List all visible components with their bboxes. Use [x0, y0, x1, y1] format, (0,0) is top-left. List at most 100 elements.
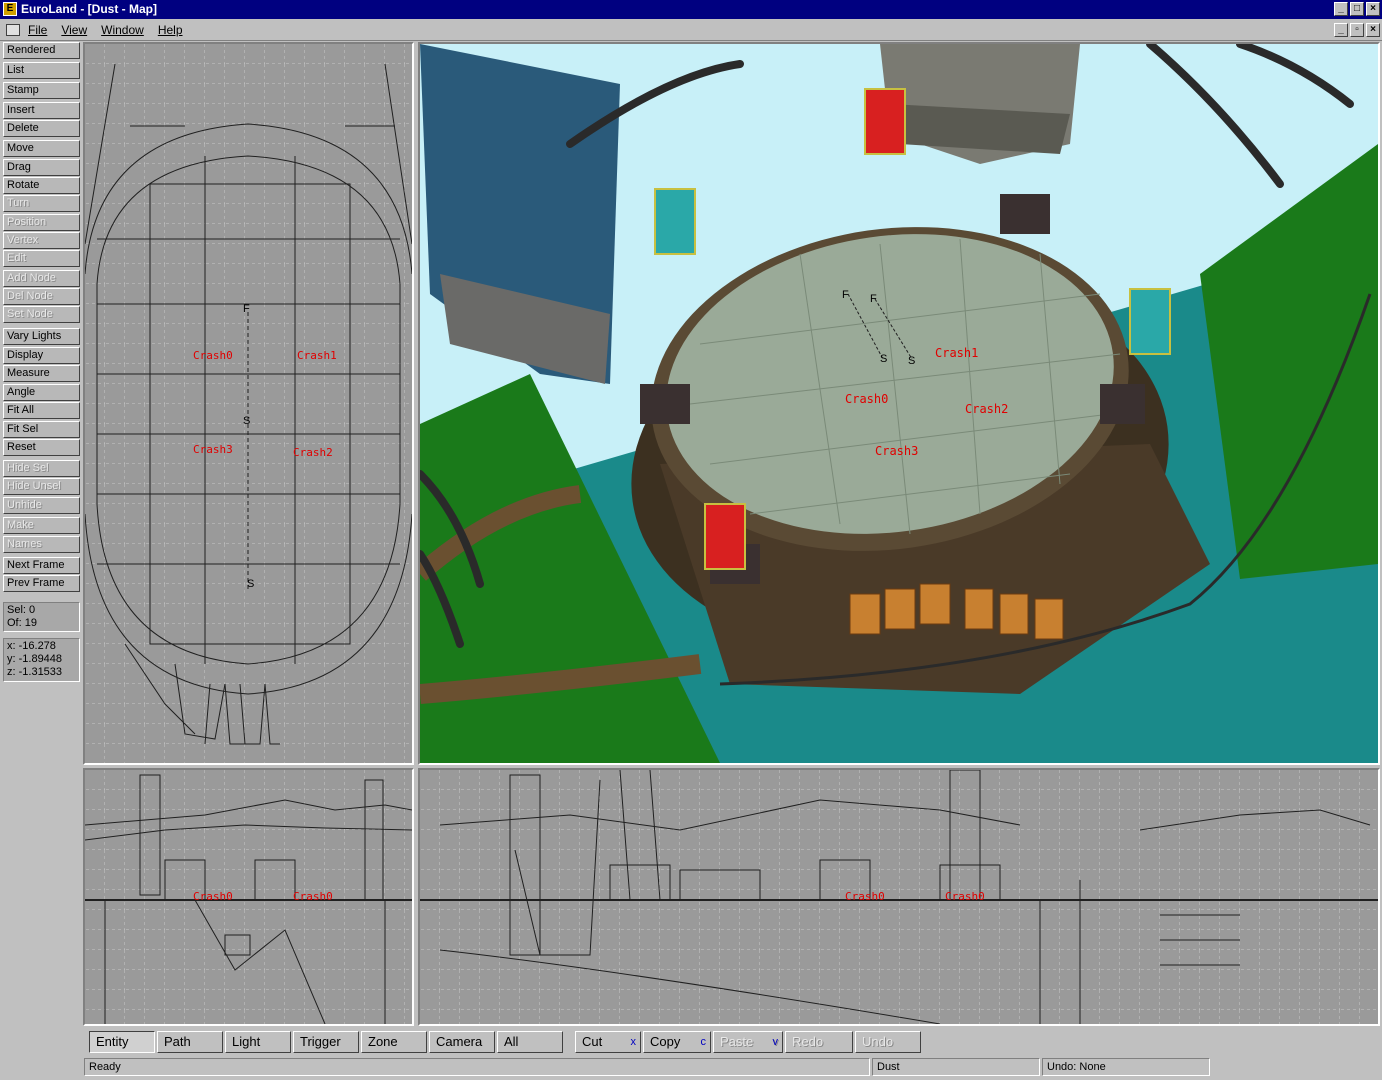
tool-button-rendered[interactable]: Rendered	[3, 42, 80, 59]
tool-button-prev-frame[interactable]: Prev Frame	[3, 575, 80, 592]
tool-button-angle[interactable]: Angle	[3, 384, 80, 401]
total-count: Of: 19	[7, 617, 37, 629]
tab-label: Path	[164, 1034, 191, 1049]
tab-entity[interactable]: Entity	[89, 1031, 155, 1053]
coord-y: y: -1.89448	[7, 653, 63, 665]
tab-trigger[interactable]: Trigger	[293, 1031, 359, 1053]
tab-path[interactable]: Path	[157, 1031, 223, 1053]
shortcut-key: v	[772, 1036, 779, 1048]
menu-window[interactable]: Window	[101, 22, 144, 38]
tool-button-edit[interactable]: Edit	[3, 250, 80, 267]
tab-paste[interactable]: Paste v	[713, 1031, 783, 1053]
tool-button-measure[interactable]: Measure	[3, 365, 80, 382]
tool-button-drag[interactable]: Drag	[3, 159, 80, 176]
minimize-icon[interactable]: _	[1334, 2, 1348, 16]
tab-label: Light	[232, 1034, 261, 1049]
tab-cut[interactable]: Cut x	[575, 1031, 641, 1053]
coord-z: z: -1.31533	[7, 666, 63, 678]
tool-button-hide-sel[interactable]: Hide Sel	[3, 460, 80, 477]
shortcut-key: x	[630, 1036, 637, 1048]
tab-label: All	[504, 1034, 519, 1049]
tab-label: Paste	[720, 1034, 754, 1049]
child-restore-icon[interactable]: ▫	[1350, 23, 1364, 37]
entity-label[interactable]: Crash3	[193, 443, 233, 456]
tool-button-position[interactable]: Position	[3, 214, 80, 231]
top-view-canvas[interactable]: F S S Crash0 Crash1 Crash3 Crash2	[85, 44, 412, 763]
tab-label: Zone	[368, 1034, 398, 1049]
status-bar: Ready Dust Undo: None	[0, 1057, 1382, 1077]
maximize-icon[interactable]: □	[1350, 2, 1364, 16]
tab-all[interactable]: All	[497, 1031, 563, 1053]
entity-label[interactable]: Crash2	[293, 446, 333, 459]
tab-light[interactable]: Light	[225, 1031, 291, 1053]
tool-button-vertex[interactable]: Vertex	[3, 232, 80, 249]
entity-label[interactable]: Crash0	[845, 392, 888, 406]
viewport-perspective[interactable]: F F S S Crash1 Crash0 Crash2 Crash3	[418, 42, 1380, 765]
entity-label[interactable]: Crash0	[293, 890, 333, 903]
menu-file[interactable]: File	[28, 22, 47, 38]
tool-button-display[interactable]: Display	[3, 347, 80, 364]
tool-button-names[interactable]: Names	[3, 536, 80, 553]
window-title: EuroLand - [Dust - Map]	[21, 2, 157, 16]
tool-panel: Sel: 0 Of: 19 x: -16.278 y: -1.89448 z: …	[0, 42, 82, 1052]
tab-copy[interactable]: Copy c	[643, 1031, 711, 1053]
entity-label[interactable]: Crash1	[935, 346, 978, 360]
path-marker-f: F	[243, 303, 250, 315]
perspective-canvas[interactable]: F F S S Crash1 Crash0 Crash2 Crash3	[420, 44, 1378, 763]
selection-count: Sel: 0 Of: 19	[3, 602, 80, 632]
entity-label[interactable]: Crash0	[193, 890, 233, 903]
tab-zone[interactable]: Zone	[361, 1031, 427, 1053]
menu-view[interactable]: View	[61, 22, 87, 38]
entity-label[interactable]: Crash0	[945, 890, 985, 903]
document-icon[interactable]	[6, 24, 20, 36]
tool-button-make[interactable]: Make	[3, 517, 80, 534]
tab-camera[interactable]: Camera	[429, 1031, 495, 1053]
path-marker-f: F	[870, 293, 877, 305]
path-marker-f: F	[842, 289, 849, 301]
tool-button-turn[interactable]: Turn	[3, 195, 80, 212]
viewport-top[interactable]: F S S Crash0 Crash1 Crash3 Crash2	[83, 42, 414, 765]
entity-label[interactable]: Crash0	[845, 890, 885, 903]
tool-button-unhide[interactable]: Unhide	[3, 497, 80, 514]
entity-label[interactable]: Crash3	[875, 444, 918, 458]
tab-label: Copy	[650, 1034, 681, 1049]
tool-button-vary-lights[interactable]: Vary Lights	[3, 328, 80, 345]
coord-x: x: -16.278	[7, 640, 56, 652]
entity-label[interactable]: Crash0	[193, 349, 233, 362]
shortcut-key: c	[700, 1036, 707, 1048]
child-close-icon[interactable]: ×	[1366, 23, 1380, 37]
tool-button-del-node[interactable]: Del Node	[3, 288, 80, 305]
side-view-canvas[interactable]: Crash0 Crash0	[420, 770, 1378, 1024]
tool-button-list[interactable]: List	[3, 62, 80, 79]
tool-button-next-frame[interactable]: Next Frame	[3, 557, 80, 574]
tool-button-hide-unsel[interactable]: Hide Unsel	[3, 478, 80, 495]
tool-button-fit-sel[interactable]: Fit Sel	[3, 421, 80, 438]
tool-button-fit-all[interactable]: Fit All	[3, 402, 80, 419]
tab-label: Camera	[436, 1034, 483, 1049]
tool-button-insert[interactable]: Insert	[3, 102, 80, 119]
tab-label: Cut	[582, 1034, 603, 1049]
viewport-side[interactable]: Crash0 Crash0	[418, 768, 1380, 1026]
path-marker-s: S	[243, 415, 250, 427]
tool-button-rotate[interactable]: Rotate	[3, 177, 80, 194]
tool-button-reset[interactable]: Reset	[3, 439, 80, 456]
cursor-coordinates: x: -16.278 y: -1.89448 z: -1.31533	[3, 638, 80, 682]
tool-button-stamp[interactable]: Stamp	[3, 82, 80, 99]
menu-help[interactable]: Help	[158, 22, 183, 38]
tool-button-delete[interactable]: Delete	[3, 120, 80, 137]
tool-button-set-node[interactable]: Set Node	[3, 306, 80, 323]
app-icon: E	[3, 2, 17, 16]
selected-count: Sel: 0	[7, 604, 36, 616]
entity-label[interactable]: Crash2	[965, 402, 1008, 416]
tab-label: Trigger	[300, 1034, 341, 1049]
viewport-front[interactable]: Crash0 Crash0	[83, 768, 414, 1026]
path-marker-s: S	[880, 353, 887, 365]
close-icon[interactable]: ×	[1366, 2, 1380, 16]
child-minimize-icon[interactable]: _	[1334, 23, 1348, 37]
tab-undo[interactable]: Undo	[855, 1031, 921, 1053]
front-view-canvas[interactable]: Crash0 Crash0	[85, 770, 412, 1024]
entity-label[interactable]: Crash1	[297, 349, 337, 362]
tab-redo[interactable]: Redo	[785, 1031, 853, 1053]
tool-button-add-node[interactable]: Add Node	[3, 270, 80, 287]
tool-button-move[interactable]: Move	[3, 140, 80, 157]
